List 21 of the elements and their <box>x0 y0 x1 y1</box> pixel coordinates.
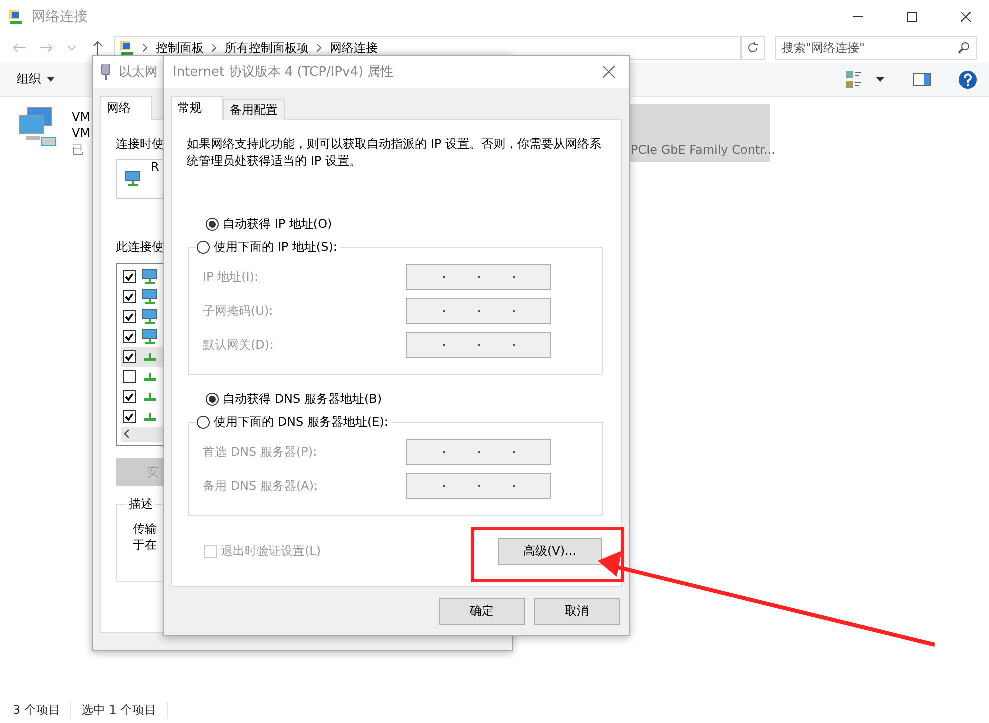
dialog-title: Internet 协议版本 4 (TCP/IPv4) 属性 <box>172 64 394 81</box>
window-title: 网络连接 <box>32 8 88 26</box>
field-label: 子网掩码(U): <box>203 302 274 320</box>
window-title: 以太网 <box>119 64 158 81</box>
adapter-name: VM <box>72 125 91 142</box>
field-label: 首选 DNS 服务器(P): <box>203 444 318 460</box>
description-text: 传输 <box>133 522 157 536</box>
field-label: IP 地址(I): <box>203 268 260 286</box>
description-text: 于在 <box>133 538 157 552</box>
connection-name: VM <box>72 108 91 125</box>
field-label: 备用 DNS 服务器(A): <box>203 478 320 494</box>
field-label: 默认网关(D): <box>203 336 275 354</box>
description-text: 如果网络支持此功能，则可以获取自动指派的 IP 设置。否则，你需要从网络系统管理员处获得适当的 IP 设置。 <box>187 136 602 170</box>
connect-using-label: 连接时使 <box>116 136 164 153</box>
components-label: 此连接使 <box>116 239 164 256</box>
adapter-name: R <box>151 160 160 174</box>
status-text: 选中 1 个项目 <box>81 702 168 719</box>
group-title: 描述 <box>128 496 154 513</box>
connection-status: 已 <box>72 142 85 158</box>
status-text: 3 个项目 <box>13 702 72 719</box>
adapter-name: PCIe GbE Family Contr... <box>631 142 776 158</box>
